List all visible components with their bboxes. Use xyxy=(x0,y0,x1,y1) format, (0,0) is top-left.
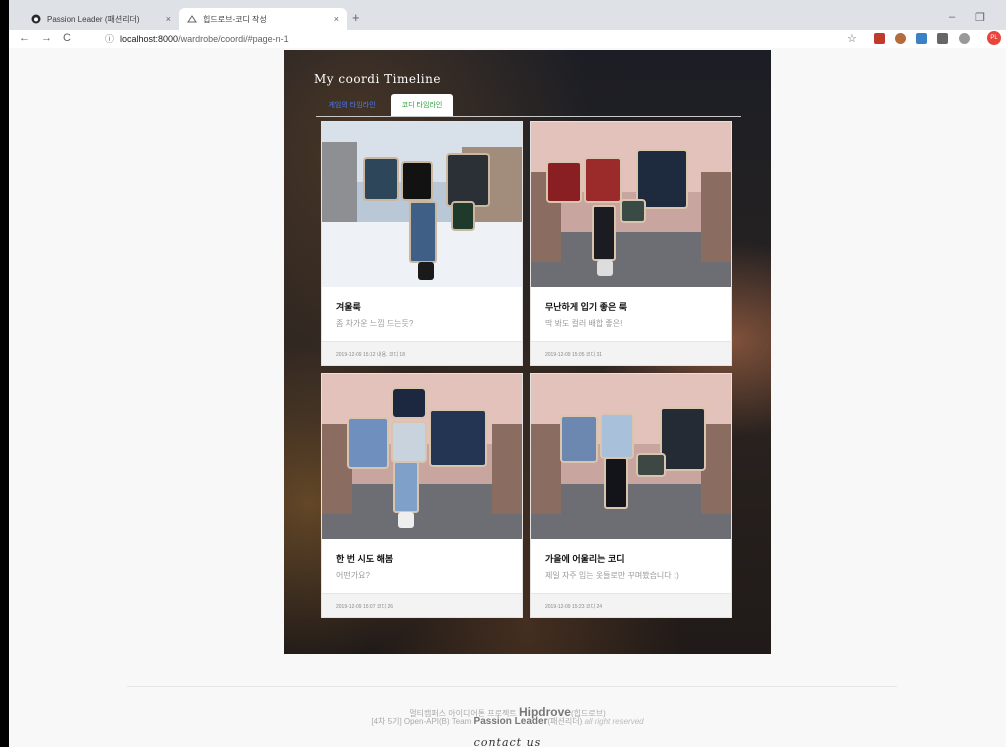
card-title: 무난하게 입기 좋은 룩 xyxy=(545,302,628,312)
card-date: 2019-12-09 15:05 코디 31 xyxy=(545,352,603,358)
footer-team-prefix: [4차 5기] Open-API(B) Team xyxy=(371,717,474,726)
coordi-card[interactable]: 무난하게 입기 좋은 룩 딱 봐도 컬러 배합 좋은! 2019-12-09 1… xyxy=(530,121,732,366)
timeline-section: My coordi Timeline 게임의 타임라인 코디 타임라인 겨울룩 … xyxy=(284,50,771,654)
outfit-image xyxy=(531,374,731,539)
card-description: 좀 차가운 느낌 드는듯? xyxy=(336,319,414,328)
url-host: localhost:8000 xyxy=(120,33,179,44)
card-footer: 2019-12-09 15:12 내용, 코디 18 xyxy=(322,341,522,365)
card-date: 2019-12-09 15:12 내용, 코디 18 xyxy=(336,352,405,358)
card-footer: 2019-12-09 15:23 코디 24 xyxy=(531,593,731,617)
bookmark-star-icon[interactable]: ☆ xyxy=(847,32,857,45)
close-icon[interactable]: × xyxy=(166,14,171,24)
footer-rights: all right reserved xyxy=(584,717,644,726)
footer-team-name: Passion Leader xyxy=(473,716,548,727)
card-description: 어떤가요? xyxy=(336,571,370,580)
coordi-card[interactable]: 한 번 시도 해봄 어떤가요? 2019-12-09 15:07 코디 26 xyxy=(321,373,523,618)
close-icon[interactable]: × xyxy=(334,14,339,24)
hipdrove-logo-icon xyxy=(187,14,197,24)
page-viewport: My coordi Timeline 게임의 타임라인 코디 타임라인 겨울룩 … xyxy=(9,48,1006,749)
browser-tab-passion-leader[interactable]: Passion Leader (패션리더) × xyxy=(23,8,179,30)
extension-icon[interactable] xyxy=(959,33,970,44)
card-description: 제일 자주 입는 옷들로만 꾸며봤습니다 :) xyxy=(545,571,679,580)
reload-icon[interactable]: C xyxy=(63,32,71,44)
minimize-icon[interactable]: – xyxy=(949,11,955,23)
outfit-image xyxy=(531,122,731,287)
restore-icon[interactable]: ❐ xyxy=(975,11,985,24)
extension-icon[interactable] xyxy=(895,33,906,44)
coordi-card[interactable]: 겨울룩 좀 차가운 느낌 드는듯? 2019-12-09 15:12 내용, 코… xyxy=(321,121,523,366)
back-icon[interactable]: ← xyxy=(19,32,30,44)
extension-icon[interactable] xyxy=(874,33,885,44)
address-bar[interactable]: ⓘ localhost:8000/wardrobe/coordi/#page-n… xyxy=(105,32,289,45)
card-date: 2019-12-09 15:23 코디 24 xyxy=(545,604,603,610)
card-title: 겨울룩 xyxy=(336,302,361,312)
browser-tab-hipdrove[interactable]: 힙드로브-코디 작성 × xyxy=(179,8,347,30)
tab-label: 힙드로브-코디 작성 xyxy=(203,14,267,24)
footer-team-korean: (패션리더) xyxy=(547,717,585,726)
url-path: /wardrobe/coordi/#page-n-1 xyxy=(178,33,289,44)
card-date: 2019-12-09 15:07 코디 26 xyxy=(336,604,394,610)
outfit-image xyxy=(322,374,522,539)
camera-icon[interactable] xyxy=(937,33,948,44)
card-footer: 2019-12-09 15:05 코디 31 xyxy=(531,341,731,365)
github-icon xyxy=(31,14,41,24)
page-title: My coordi Timeline xyxy=(314,72,441,86)
card-description: 딱 봐도 컬러 배합 좋은! xyxy=(545,319,623,328)
tab-strip: Passion Leader (패션리더) × 힙드로브-코디 작성 × + –… xyxy=(9,8,1006,30)
browser-toolbar: ← → C ⓘ localhost:8000/wardrobe/coordi/#… xyxy=(9,30,1006,48)
coordi-card[interactable]: 가을에 어울리는 코디 제일 자주 입는 옷들로만 꾸며봤습니다 :) 2019… xyxy=(530,373,732,618)
card-footer: 2019-12-09 15:07 코디 26 xyxy=(322,593,522,617)
tab-coordi-timeline[interactable]: 코디 타임라인 xyxy=(391,94,453,116)
screen-left-border xyxy=(0,0,9,747)
new-tab-button[interactable]: + xyxy=(352,10,360,25)
tab-label: Passion Leader (패션리더) xyxy=(47,14,140,24)
card-title: 한 번 시도 해봄 xyxy=(336,554,394,564)
info-icon[interactable]: ⓘ xyxy=(105,32,114,45)
contact-us-link[interactable]: contact us xyxy=(9,736,1006,749)
timeline-tabs: 게임의 타임라인 코디 타임라인 xyxy=(316,94,741,117)
browser-chrome: Passion Leader (패션리더) × 힙드로브-코디 작성 × + –… xyxy=(9,0,1006,48)
tab-game-timeline[interactable]: 게임의 타임라인 xyxy=(316,94,388,116)
avatar[interactable]: PL xyxy=(987,31,1001,45)
footer-divider xyxy=(127,686,897,687)
extension-icon[interactable] xyxy=(916,33,927,44)
footer-team-line: [4차 5기] Open-API(B) Team Passion Leader(… xyxy=(9,716,1006,727)
card-title: 가을에 어울리는 코디 xyxy=(545,554,625,564)
forward-icon[interactable]: → xyxy=(41,32,52,44)
outfit-image xyxy=(322,122,522,287)
